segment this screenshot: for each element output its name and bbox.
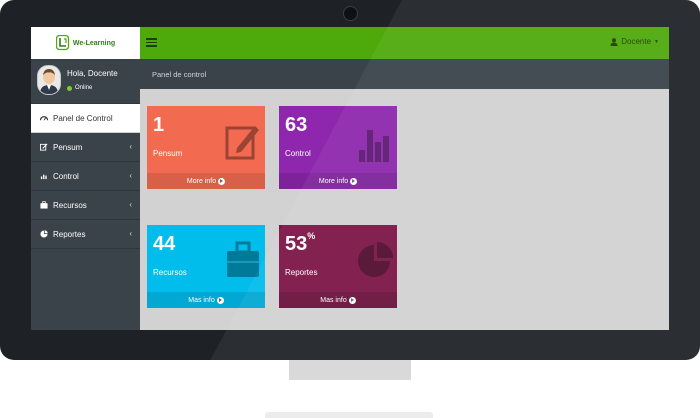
logo[interactable]: We-Learning [31,27,140,59]
dashboard-icon [39,114,48,123]
info-box-label: Pensum [153,149,183,158]
online-dot-icon [67,85,72,91]
sidebar: Hola, Docente Online Panel de Control Pe… [31,59,140,330]
user-menu-label: Docente [621,37,652,46]
sidebar-item-reportes[interactable]: Reportes ‹ [31,220,140,249]
briefcase-icon [227,241,259,277]
info-box-label: Control [285,149,311,158]
sidebar-item-control[interactable]: Control ‹ [31,162,140,191]
user-menu[interactable]: Docente ▼ [610,37,659,46]
info-box-value: 63 [285,114,308,136]
pie-chart-icon [39,230,48,239]
info-box-value: 1 [153,114,165,136]
info-box-label: Recursos [153,268,187,277]
caret-down-icon: ▼ [654,38,659,45]
more-info-label: More info [186,177,217,185]
more-info-label: Mas info [320,296,347,304]
page-title: Panel de control [152,70,207,79]
sidebar-item-label: Control [53,171,79,181]
bar-chart-icon [359,130,389,162]
more-info-link[interactable]: More info [147,173,265,189]
chevron-left-icon: ‹ [129,171,132,180]
percent-sign: % [307,231,316,242]
sidebar-item-label: Pensum [53,142,83,152]
arrow-circle-right-icon [218,177,226,185]
user-greeting: Hola, Docente [67,69,118,78]
arrow-circle-right-icon [216,296,224,304]
sidebar-item-label: Reportes [53,229,86,239]
chart-icon [39,172,48,181]
more-info-link[interactable]: Mas info [279,292,397,308]
info-box-reportes: 53% Reportes Mas info [279,225,397,308]
info-box-control: 63 Control More info [279,106,397,189]
more-info-link[interactable]: Mas info [147,292,265,308]
more-info-label: More info [318,177,349,185]
more-info-link[interactable]: More info [279,173,397,189]
edit-icon [225,126,259,160]
logo-text: We-Learning [72,39,116,47]
app-screen: We-Learning Docente ▼ Hola, Docente Onli… [31,27,669,330]
webcam-icon [343,6,358,21]
content-header: Panel de control [140,59,669,89]
avatar [37,65,61,95]
monitor-base [265,412,433,418]
sidebar-toggle-icon[interactable] [146,38,157,47]
sidebar-item-label: Recursos [53,200,87,210]
edit-icon [39,143,48,152]
info-box-pensum: 1 Pensum More info [147,106,265,189]
user-icon [610,37,618,46]
briefcase-icon [39,201,48,210]
info-box-value: 53% [285,231,316,256]
online-status: Online [67,85,92,91]
sidebar-item-recursos[interactable]: Recursos ‹ [31,191,140,220]
info-box-number: 53 [285,233,308,255]
top-navbar: Docente ▼ [140,27,669,59]
more-info-label: Mas info [188,296,215,304]
user-panel: Hola, Docente Online [31,59,140,104]
info-box-value: 44 [153,233,176,255]
info-box-label: Reportes [285,268,318,277]
sidebar-item-panel-de-control[interactable]: Panel de Control [31,104,140,133]
chevron-left-icon: ‹ [129,229,132,238]
status-label: Online [75,85,93,91]
arrow-circle-right-icon [348,296,356,304]
monitor-frame: We-Learning Docente ▼ Hola, Docente Onli… [0,0,700,360]
logo-icon [55,35,70,51]
chevron-left-icon: ‹ [129,200,132,209]
arrow-circle-right-icon [350,177,358,185]
sidebar-item-pensum[interactable]: Pensum ‹ [31,133,140,162]
monitor-stand [289,360,411,380]
chevron-left-icon: ‹ [129,142,132,151]
info-box-recursos: 44 Recursos Mas info [147,225,265,308]
sidebar-item-label: Panel de Control [53,113,113,123]
pie-chart-icon [358,242,393,277]
